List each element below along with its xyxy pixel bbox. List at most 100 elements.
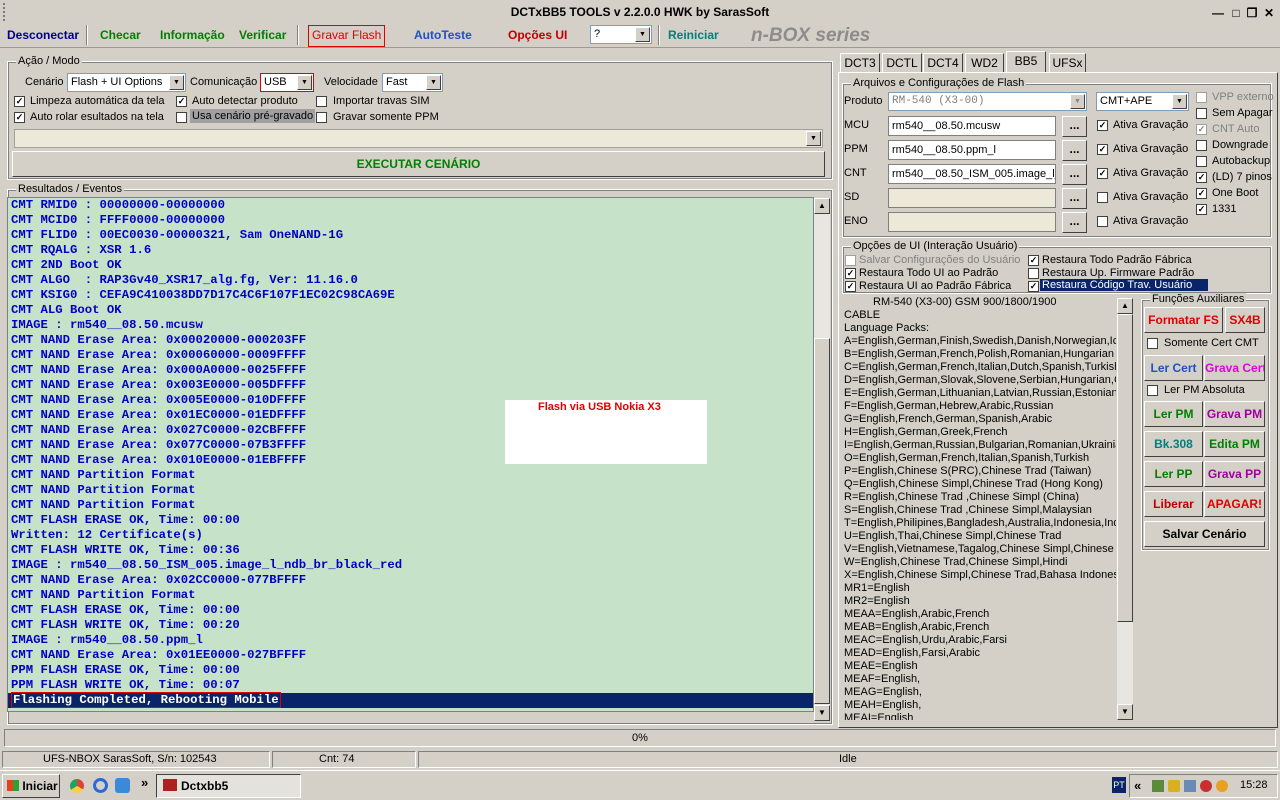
check-button[interactable]: Checar (100, 28, 141, 42)
side-option-checkbox[interactable]: ✓ (1196, 188, 1207, 199)
start-button[interactable]: Iniciar (2, 774, 60, 798)
restore-fw-checkbox[interactable] (1028, 268, 1039, 279)
save-user-cfg-checkbox[interactable] (845, 255, 856, 266)
restore-lock-checkbox[interactable]: ✓ (1028, 281, 1039, 292)
side-option-checkbox[interactable] (1196, 108, 1207, 119)
enable-write-checkbox-mcu[interactable]: ✓ (1097, 120, 1108, 131)
scroll-thumb[interactable] (1117, 314, 1133, 622)
autotest-button[interactable]: AutoTeste (414, 28, 472, 42)
scroll-up-icon[interactable]: ▲ (814, 198, 830, 214)
chrome-icon[interactable] (70, 779, 84, 793)
verify-button[interactable]: Verificar (239, 28, 286, 42)
browse-button-sd[interactable]: ... (1062, 188, 1087, 209)
read-pm-abs-checkbox[interactable] (1147, 385, 1158, 396)
scroll-down-icon[interactable]: ▼ (814, 705, 830, 721)
restore-button[interactable]: ❐ (1245, 6, 1259, 20)
side-option-checkbox[interactable] (1196, 92, 1207, 103)
product-select[interactable]: RM-540 (X3-00) ▼ (888, 92, 1087, 111)
tab-dctl[interactable]: DCTL (882, 53, 922, 73)
autodetect-checkbox[interactable]: ✓ (176, 96, 187, 107)
prerecorded-checkbox[interactable] (176, 112, 187, 123)
shield-icon[interactable] (1200, 780, 1212, 792)
quicklaunch-chevron-icon[interactable]: » (141, 775, 148, 790)
results-scrollbar[interactable]: ▲ ▼ (814, 198, 830, 721)
write-pp-button[interactable]: Grava PP (1204, 461, 1265, 487)
help-select[interactable]: ? ▼ (590, 25, 652, 44)
comm-select[interactable]: USB ▼ (260, 73, 314, 92)
language-scrollbar[interactable]: ▲ ▼ (1117, 298, 1133, 720)
edit-pm-button[interactable]: Edita PM (1204, 431, 1265, 457)
clear-screen-checkbox[interactable]: ✓ (14, 96, 25, 107)
read-cert-button[interactable]: Ler Cert (1144, 355, 1203, 381)
restore-all-ui-checkbox[interactable]: ✓ (845, 268, 856, 279)
side-option-checkbox[interactable]: ✓ (1196, 204, 1207, 215)
language-indicator[interactable]: PT (1112, 777, 1126, 793)
scroll-up-icon[interactable]: ▲ (1117, 298, 1133, 314)
language-list[interactable]: RM-540 (X3-00) GSM 900/1800/1900 CABLE Lan… (844, 296, 1116, 720)
ui-options-button[interactable]: Opções UI (508, 28, 567, 42)
save-scenario-button[interactable]: Salvar Cenário (1144, 521, 1265, 547)
erase-button[interactable]: APAGAR! (1204, 491, 1265, 517)
tab-dct4[interactable]: DCT4 (923, 53, 963, 73)
tab-ufsx[interactable]: UFSx (1049, 53, 1086, 73)
browse-button-ppm[interactable]: ... (1062, 140, 1087, 161)
enable-write-checkbox-ppm[interactable]: ✓ (1097, 144, 1108, 155)
read-pp-button[interactable]: Ler PP (1144, 461, 1203, 487)
enable-write-checkbox-sd[interactable] (1097, 192, 1108, 203)
files-group-label: Arquivos e Configurações de Flash (851, 77, 1027, 89)
only-cert-checkbox[interactable] (1147, 338, 1158, 349)
browse-button-eno[interactable]: ... (1062, 212, 1087, 233)
security-icon[interactable] (1168, 780, 1180, 792)
info-button[interactable]: Informação (160, 28, 225, 42)
browse-button-cnt[interactable]: ... (1062, 164, 1087, 185)
ppm-only-checkbox[interactable] (316, 112, 327, 123)
file-path-cnt[interactable]: rm540__08.50_ISM_005.image_l_ (888, 164, 1056, 184)
file-path-sd[interactable] (888, 188, 1056, 208)
format-fs-button[interactable]: Formatar FS (1144, 307, 1223, 333)
write-pm-button[interactable]: Grava PM (1204, 401, 1265, 427)
speed-select[interactable]: Fast ▼ (382, 73, 443, 92)
sx4b-button[interactable]: SX4B (1225, 307, 1265, 333)
tab-dct3[interactable]: DCT3 (840, 53, 880, 73)
tab-bb5[interactable]: BB5 (1006, 51, 1046, 73)
scenario-select[interactable]: Flash + UI Options ▼ (67, 73, 186, 92)
restore-ui-factory-checkbox[interactable]: ✓ (845, 281, 856, 292)
unlock-button[interactable]: Liberar (1144, 491, 1203, 517)
side-option-checkbox[interactable] (1196, 140, 1207, 151)
scenario-file-select[interactable]: ▼ (14, 129, 823, 148)
file-label-eno: ENO (844, 215, 868, 227)
file-path-mcu[interactable]: rm540__08.50.mcusw (888, 116, 1056, 136)
import-locks-checkbox[interactable] (316, 96, 327, 107)
browser-icon[interactable] (115, 778, 130, 793)
bk308-button[interactable]: Bk.308 (1144, 431, 1203, 457)
disconnect-button[interactable]: Desconectar (7, 28, 79, 42)
execute-scenario-button[interactable]: EXECUTAR CENÁRIO (12, 151, 825, 177)
maximize-button[interactable]: □ (1229, 6, 1243, 20)
restore-all-factory-checkbox[interactable]: ✓ (1028, 255, 1039, 266)
usb-icon[interactable] (1184, 780, 1196, 792)
enable-write-checkbox-eno[interactable] (1097, 216, 1108, 227)
file-path-eno[interactable] (888, 212, 1056, 232)
write-cert-button[interactable]: Grava Cert (1204, 355, 1265, 381)
restart-button[interactable]: Reiniciar (668, 28, 719, 42)
side-option-checkbox[interactable]: ✓ (1196, 124, 1207, 135)
scroll-down-icon[interactable]: ▼ (1117, 704, 1133, 720)
tab-wd2[interactable]: WD2 (965, 53, 1004, 73)
file-path-ppm[interactable]: rm540__08.50.ppm_l (888, 140, 1056, 160)
minimize-button[interactable]: — (1211, 6, 1225, 20)
close-button[interactable]: ✕ (1262, 6, 1276, 20)
enable-write-checkbox-cnt[interactable]: ✓ (1097, 168, 1108, 179)
task-button-dctxbb5[interactable]: Dctxbb5 (156, 774, 301, 798)
read-pm-button[interactable]: Ler PM (1144, 401, 1203, 427)
speaker-icon[interactable] (1216, 780, 1228, 792)
write-flash-button[interactable]: Gravar Flash (308, 25, 386, 47)
side-option-checkbox[interactable]: ✓ (1196, 172, 1207, 183)
ie-icon[interactable] (93, 778, 108, 793)
network-icon[interactable] (1152, 780, 1164, 792)
tray-expand-icon[interactable]: « (1134, 778, 1141, 793)
autoscroll-checkbox[interactable]: ✓ (14, 112, 25, 123)
browse-button-mcu[interactable]: ... (1062, 116, 1087, 137)
mode-select[interactable]: CMT+APE ▼ (1096, 92, 1189, 111)
side-option-checkbox[interactable] (1196, 156, 1207, 167)
scroll-thumb[interactable] (814, 338, 830, 704)
